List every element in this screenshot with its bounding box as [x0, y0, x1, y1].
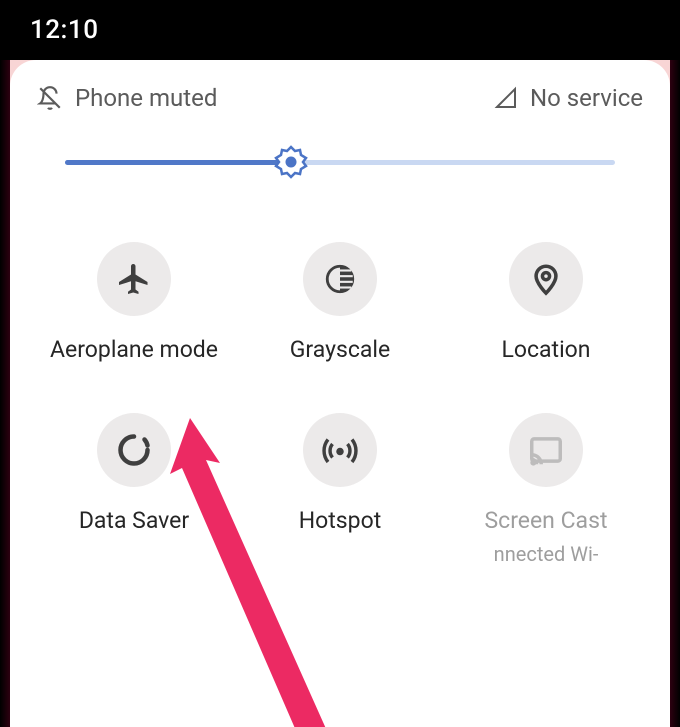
- shadow-right: [670, 60, 680, 727]
- shadow-left: [0, 60, 10, 727]
- signal-label: No service: [530, 84, 643, 112]
- bell-off-icon: [37, 85, 63, 111]
- tile-sublabel: nnected Wi-: [494, 542, 599, 566]
- tile-label: Aeroplane mode: [50, 336, 218, 363]
- signal-empty-icon: [494, 86, 518, 110]
- brightness-fill: [65, 160, 291, 165]
- tile-airplane[interactable]: Aeroplane mode: [35, 242, 233, 363]
- tiles-grid: Aeroplane mode Grayscale: [35, 242, 645, 566]
- tile-location[interactable]: Location: [447, 242, 645, 363]
- status-bar: 12:10: [0, 0, 680, 60]
- tile-label: Grayscale: [290, 336, 390, 363]
- grayscale-icon: [303, 242, 377, 316]
- data-saver-icon: [97, 413, 171, 487]
- tile-label: Screen Cast: [485, 507, 608, 534]
- tile-label: Data Saver: [79, 507, 189, 534]
- tile-label: Location: [502, 336, 591, 363]
- brightness-thumb[interactable]: [274, 145, 308, 179]
- tile-hotspot[interactable]: Hotspot: [241, 413, 439, 566]
- tile-grayscale[interactable]: Grayscale: [241, 242, 439, 363]
- brightness-track: [65, 160, 615, 165]
- tile-cast[interactable]: Screen Cast nnected Wi-: [447, 413, 645, 566]
- quick-settings-panel: Phone muted No service: [10, 60, 670, 727]
- brightness-slider[interactable]: [35, 122, 645, 202]
- status-row: Phone muted No service: [35, 80, 645, 122]
- tile-label: Hotspot: [299, 507, 381, 534]
- mute-label: Phone muted: [75, 84, 217, 112]
- signal-status[interactable]: No service: [494, 84, 643, 112]
- hotspot-icon: [303, 413, 377, 487]
- location-icon: [509, 242, 583, 316]
- tile-datasaver[interactable]: Data Saver: [35, 413, 233, 566]
- airplane-icon: [97, 242, 171, 316]
- cast-icon: [509, 413, 583, 487]
- mute-status[interactable]: Phone muted: [37, 84, 217, 112]
- clock: 12:10: [30, 15, 98, 45]
